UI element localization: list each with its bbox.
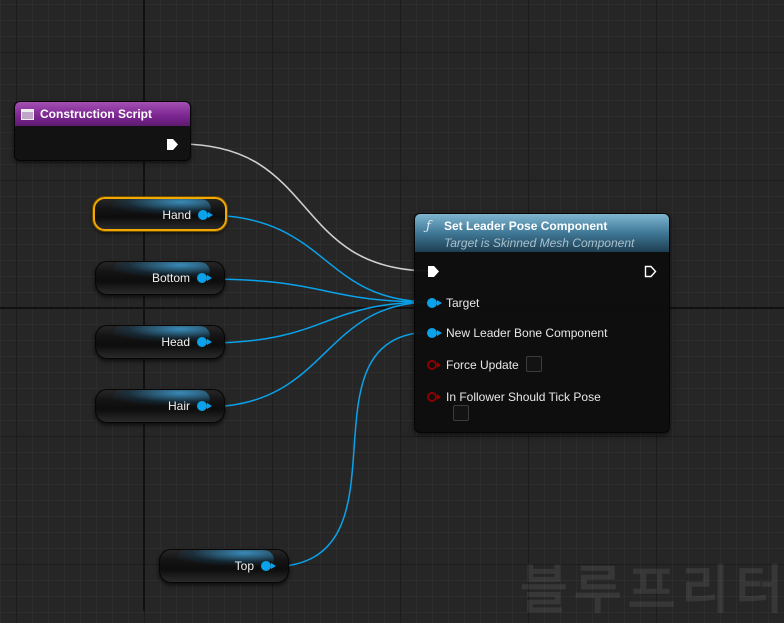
object-pin-icon[interactable] (198, 210, 213, 220)
pin-follower-should-tick-pose[interactable]: In Follower Should Tick Pose (427, 390, 601, 404)
pin-label-follower-tick: In Follower Should Tick Pose (446, 390, 601, 404)
pin-label-force-update: Force Update (446, 358, 519, 372)
object-pin-icon[interactable] (197, 337, 212, 347)
event-graph-icon (21, 108, 34, 120)
object-pin-icon[interactable] (261, 561, 276, 571)
function-title: Set Leader Pose Component (444, 219, 608, 233)
wire-hair-target[interactable] (204, 301, 433, 408)
set-leader-pose-component-node[interactable]: ƒ Set Leader Pose Component Target is Sk… (414, 213, 670, 433)
pin-label-target: Target (446, 296, 480, 310)
construction-script-header: Construction Script (15, 102, 190, 126)
wire-top-new-leader[interactable] (269, 331, 433, 568)
pin-label-new-leader: New Leader Bone Component (446, 326, 608, 340)
construction-script-title: Construction Script (40, 107, 153, 121)
variable-label-top: Top (234, 559, 254, 573)
pin-target[interactable]: Target (427, 296, 479, 310)
pin-force-update[interactable]: Force Update (427, 358, 519, 372)
function-header: ƒ Set Leader Pose Component Target is Sk… (415, 214, 669, 252)
variable-node-head[interactable]: Head (95, 325, 225, 359)
exec-in-pin-icon[interactable] (427, 265, 440, 278)
variable-node-hair[interactable]: Hair (95, 389, 225, 423)
exec-out-pin-icon[interactable] (166, 138, 179, 151)
force-update-checkbox[interactable] (526, 356, 542, 372)
variable-node-hand[interactable]: Hand (93, 197, 227, 231)
variable-node-bottom[interactable]: Bottom (95, 261, 225, 295)
pin-new-leader-bone-component[interactable]: New Leader Bone Component (427, 326, 607, 340)
object-pin-icon[interactable] (427, 328, 442, 338)
wire-head-target[interactable] (204, 301, 433, 344)
construction-script-node[interactable]: Construction Script (14, 101, 191, 161)
variable-label-bottom: Bottom (151, 271, 190, 285)
variable-label-hair: Hair (167, 399, 190, 413)
watermark: 블루프리터 (520, 561, 784, 621)
object-pin-icon[interactable] (197, 273, 212, 283)
bool-pin-icon[interactable] (427, 392, 441, 402)
object-pin-icon[interactable] (197, 401, 212, 411)
function-icon: ƒ (426, 219, 431, 234)
variable-label-hand: Hand (162, 208, 191, 222)
function-subtitle: Target is Skinned Mesh Component (444, 236, 635, 250)
exec-out-pin-icon[interactable] (644, 265, 657, 278)
bool-pin-icon[interactable] (427, 360, 441, 370)
follower-tick-checkbox[interactable] (453, 405, 469, 421)
variable-node-top[interactable]: Top (159, 549, 289, 583)
variable-label-head: Head (161, 335, 190, 349)
object-pin-icon[interactable] (427, 298, 442, 308)
